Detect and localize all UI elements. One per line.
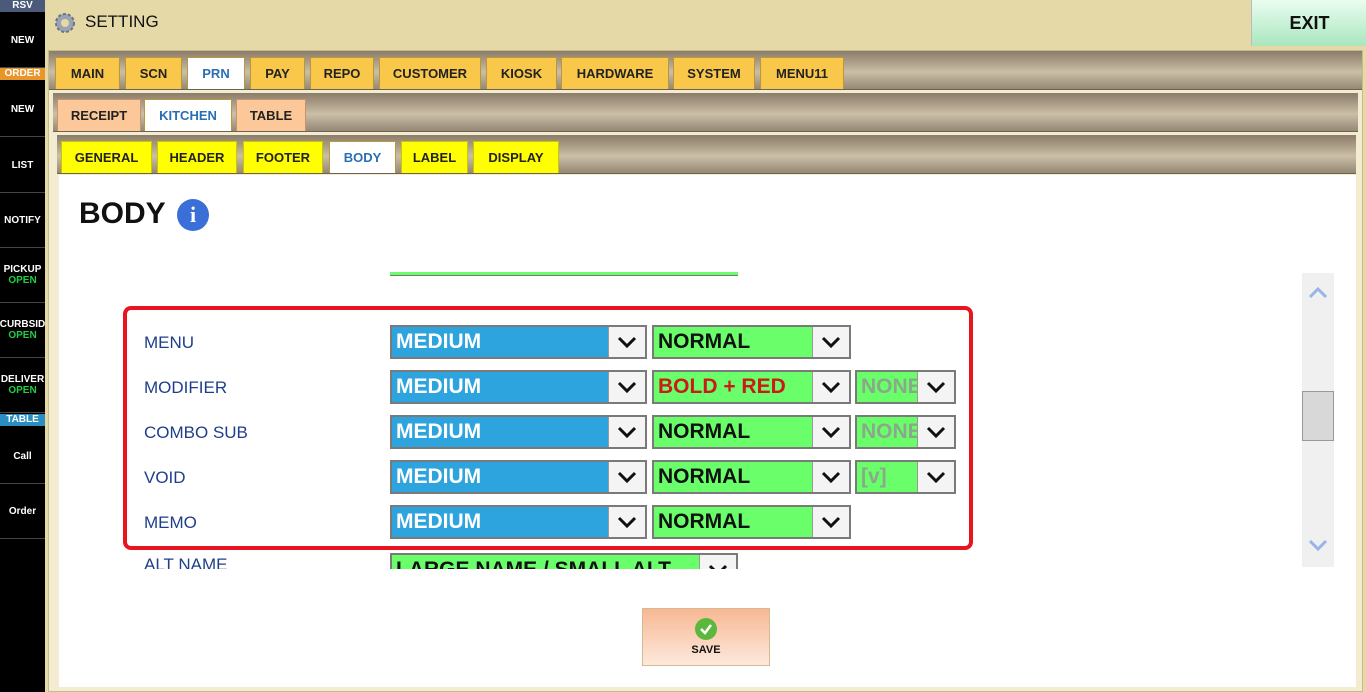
clipped-select-top [390, 272, 738, 276]
section-title: BODY [79, 197, 166, 230]
tab-scn[interactable]: SCN [125, 57, 182, 89]
tab-label[interactable]: LABEL [401, 141, 468, 173]
curbside-button[interactable]: CURBSID OPEN [0, 303, 45, 358]
save-button[interactable]: SAVE [642, 608, 770, 666]
chevron-down-icon [812, 372, 849, 402]
pickup-button[interactable]: PICKUP OPEN [0, 248, 45, 303]
save-label: SAVE [691, 644, 721, 656]
order-button[interactable]: Order [0, 484, 45, 539]
tab-pay[interactable]: PAY [250, 57, 305, 89]
main-tabbar: MAIN SCN PRN PAY REPO CUSTOMER KIOSK HAR… [49, 51, 1362, 90]
tab-customer[interactable]: CUSTOMER [379, 57, 481, 89]
rsv-section-header: RSV [0, 0, 45, 12]
row-label-modifier: MODIFIER [144, 378, 228, 397]
menu-style-select[interactable]: NORMAL [652, 325, 851, 359]
tab-prn[interactable]: PRN [187, 57, 245, 89]
memo-style-select[interactable]: NORMAL [652, 505, 851, 539]
checkmark-icon [695, 618, 717, 640]
vertical-scrollbar[interactable] [1302, 273, 1334, 567]
order-new-button[interactable]: NEW [0, 82, 45, 137]
chevron-down-icon [917, 462, 954, 492]
tab-display[interactable]: DISPLAY [473, 141, 559, 173]
tab-footer[interactable]: FOOTER [243, 141, 323, 173]
tab-table[interactable]: TABLE [236, 99, 306, 131]
rsv-new-button[interactable]: NEW [0, 13, 45, 68]
modifier-size-select[interactable]: MEDIUM [390, 370, 647, 404]
row-label-combo-sub: COMBO SUB [144, 423, 248, 442]
tab-hardware[interactable]: HARDWARE [561, 57, 669, 89]
info-icon[interactable]: i [177, 199, 209, 231]
settings-frame: MAIN SCN PRN PAY REPO CUSTOMER KIOSK HAR… [48, 50, 1363, 692]
chevron-down-icon [699, 555, 736, 569]
chevron-down-icon [812, 462, 849, 492]
scrollbar-thumb[interactable] [1302, 391, 1334, 441]
modifier-extra-select[interactable]: NONE [855, 370, 956, 404]
tab-menu11[interactable]: MENU11 [760, 57, 844, 89]
order-section-header: ORDER [0, 68, 45, 80]
tab-repo[interactable]: REPO [310, 57, 374, 89]
combo-sub-extra-select[interactable]: NONE [855, 415, 956, 449]
tab-kiosk[interactable]: KIOSK [486, 57, 557, 89]
page-title: SETTING [85, 12, 159, 31]
prn-tabbar: RECEIPT KITCHEN TABLE [53, 93, 1358, 132]
row-label-alt-name: ALT NAME [144, 555, 228, 569]
alt-name-select[interactable]: LARGE NAME / SMALL ALT [390, 553, 738, 569]
chevron-down-icon [608, 372, 645, 402]
combo-sub-size-select[interactable]: MEDIUM [390, 415, 647, 449]
body-panel: BODY i MENU MEDIUM NORMAL MODIFIER MEDIU… [59, 175, 1356, 687]
kitchen-tabbar: GENERAL HEADER FOOTER BODY LABEL DISPLAY [57, 135, 1356, 174]
chevron-down-icon [917, 417, 954, 447]
tab-main[interactable]: MAIN [55, 57, 120, 89]
combo-sub-style-select[interactable]: NORMAL [652, 415, 851, 449]
title-bar: SETTING [45, 0, 1251, 46]
chevron-down-icon[interactable] [1308, 539, 1328, 553]
exit-button[interactable]: EXIT [1251, 0, 1366, 46]
void-size-select[interactable]: MEDIUM [390, 460, 647, 494]
tab-header[interactable]: HEADER [157, 141, 237, 173]
tab-body[interactable]: BODY [329, 141, 396, 173]
void-style-select[interactable]: NORMAL [652, 460, 851, 494]
memo-size-select[interactable]: MEDIUM [390, 505, 647, 539]
chevron-down-icon [608, 417, 645, 447]
call-button[interactable]: Call [0, 429, 45, 484]
void-extra-select[interactable]: [v] [855, 460, 956, 494]
row-label-menu: MENU [144, 333, 195, 352]
order-list-button[interactable]: LIST [0, 138, 45, 193]
chevron-up-icon[interactable] [1308, 285, 1328, 299]
chevron-down-icon [608, 327, 645, 357]
gear-icon [55, 13, 75, 33]
chevron-down-icon [812, 507, 849, 537]
chevron-down-icon [812, 417, 849, 447]
tab-general[interactable]: GENERAL [61, 141, 152, 173]
modifier-style-select[interactable]: BOLD + RED [652, 370, 851, 404]
left-sidebar: RSV NEW ORDER NEW LIST NOTIFY PICKUP OPEN… [0, 0, 45, 692]
clipped-row-container: ALT NAME LARGE NAME / SMALL ALT [59, 553, 1299, 569]
chevron-down-icon [812, 327, 849, 357]
row-label-memo: MEMO [144, 513, 197, 532]
menu-size-select[interactable]: MEDIUM [390, 325, 647, 359]
tab-system[interactable]: SYSTEM [673, 57, 755, 89]
row-label-void: VOID [144, 468, 186, 487]
table-section-header: TABLE [0, 414, 45, 426]
chevron-down-icon [608, 462, 645, 492]
tab-kitchen[interactable]: KITCHEN [144, 99, 232, 131]
chevron-down-icon [917, 372, 954, 402]
delivery-button[interactable]: DELIVER OPEN [0, 358, 45, 413]
chevron-down-icon [608, 507, 645, 537]
tab-receipt[interactable]: RECEIPT [57, 99, 141, 131]
notify-button[interactable]: NOTIFY [0, 193, 45, 248]
